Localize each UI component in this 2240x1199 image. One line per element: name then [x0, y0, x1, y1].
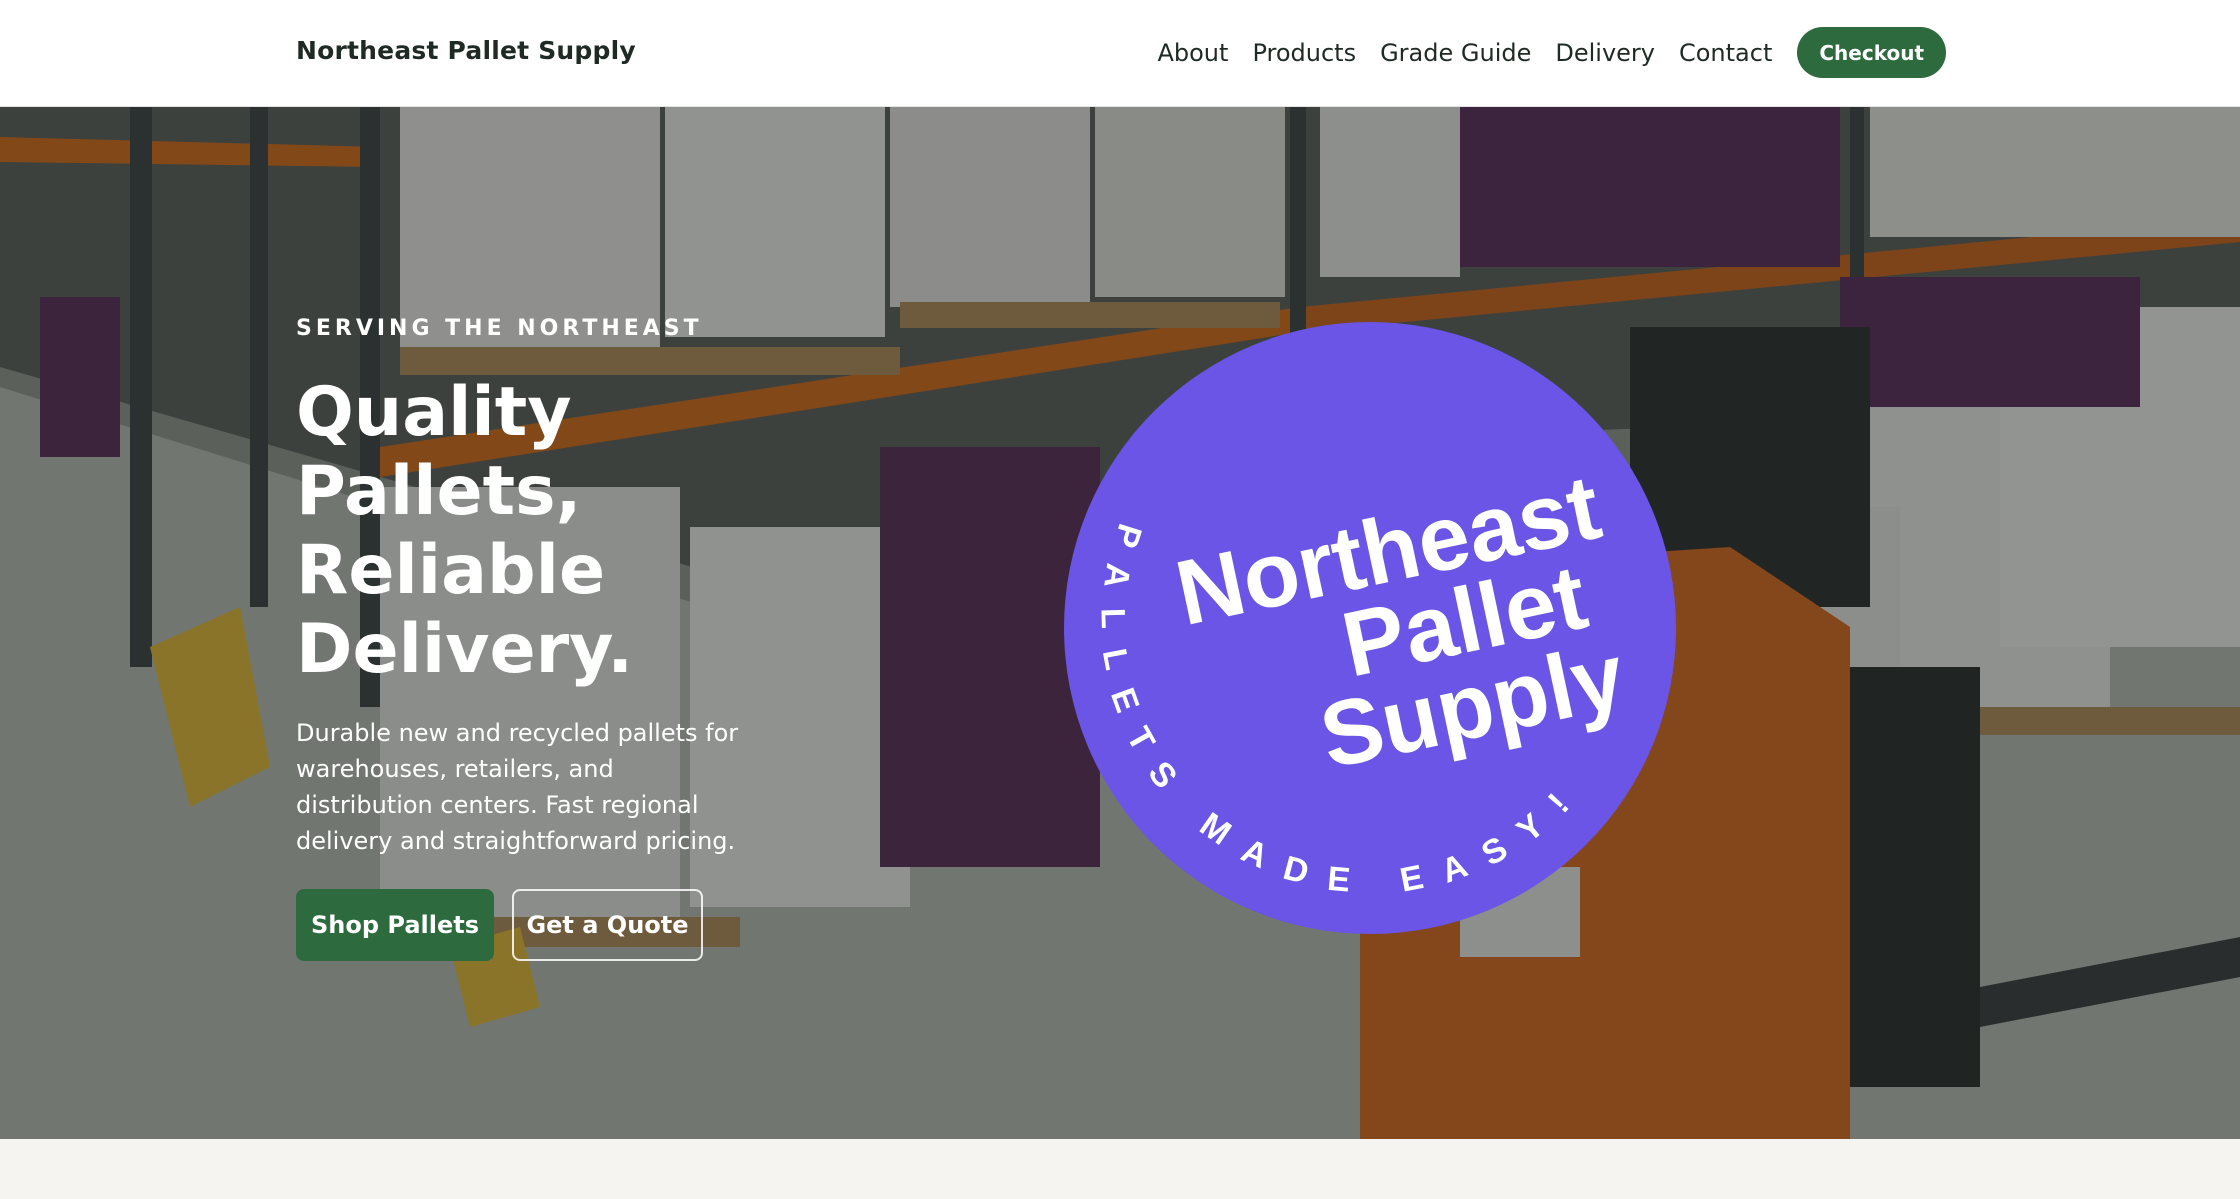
- nav-link-products[interactable]: Products: [1252, 39, 1356, 67]
- hero-eyebrow: SERVING THE NORTHEAST: [296, 316, 703, 341]
- hero-description-line: delivery and straightforward pricing.: [296, 827, 736, 855]
- hero-section: SERVING THE NORTHEAST Quality Pallets, R…: [0, 107, 2240, 1139]
- hero-description-line: distribution centers. Fast regional: [296, 791, 699, 819]
- hero-description-line: warehouses, retailers, and: [296, 755, 614, 783]
- hero-title-line: Quality: [296, 373, 572, 452]
- nav-link-grade-guide[interactable]: Grade Guide: [1380, 39, 1531, 67]
- hero-title: Quality Pallets, Reliable Delivery.: [296, 373, 816, 689]
- hero-description-line: Durable new and recycled pallets for: [296, 719, 739, 747]
- brand-logo-text[interactable]: Northeast Pallet Supply: [296, 36, 636, 65]
- brand-badge: PALLETS MADE EASY! Northeast Pallet Supp…: [1064, 322, 1676, 934]
- checkout-button[interactable]: Checkout: [1797, 27, 1946, 78]
- hero-description: Durable new and recycled pallets for war…: [296, 715, 766, 859]
- hero-title-line: Delivery.: [296, 610, 634, 689]
- next-section-edge: [0, 1139, 2240, 1199]
- main-nav: About Products Grade Guide Delivery Cont…: [1157, 27, 1946, 78]
- nav-link-contact[interactable]: Contact: [1679, 39, 1772, 67]
- get-a-quote-button[interactable]: Get a Quote: [512, 889, 703, 961]
- shop-pallets-button[interactable]: Shop Pallets: [296, 889, 494, 961]
- hero-title-line: Pallets,: [296, 452, 582, 531]
- nav-link-delivery[interactable]: Delivery: [1555, 39, 1655, 67]
- nav-link-about[interactable]: About: [1157, 39, 1228, 67]
- site-header: Northeast Pallet Supply About Products G…: [0, 0, 2240, 107]
- hero-title-line: Reliable: [296, 531, 606, 610]
